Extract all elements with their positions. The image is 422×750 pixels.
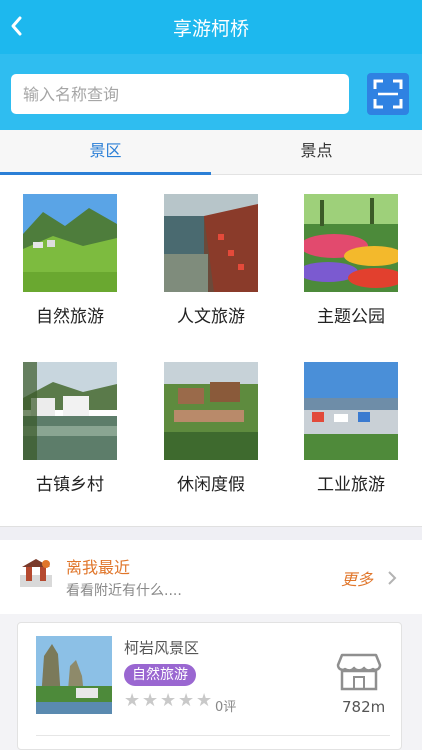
category-theme-park[interactable]: 主题公园 xyxy=(291,176,411,336)
review-count: 0评 xyxy=(215,700,237,715)
section-divider xyxy=(0,526,422,540)
star-icon: ★ xyxy=(160,690,177,711)
category-grid: 自然旅游 人文旅游 主题公园 古镇乡村 休闲度假 工业旅游 xyxy=(0,176,422,526)
active-tab-indicator xyxy=(0,172,211,175)
result-card[interactable]: 柯岩风景区 自然旅游 ★ ★ ★ ★ ★ 0评 782m xyxy=(17,622,402,750)
shop-icon xyxy=(336,651,382,691)
category-nature[interactable]: 自然旅游 xyxy=(10,176,130,336)
category-culture-label: 人文旅游 xyxy=(177,307,245,327)
nearby-section[interactable]: 离我最近 看看附近有什么.... 更多 xyxy=(0,540,422,614)
nearby-subtitle: 看看附近有什么.... xyxy=(66,583,182,599)
scan-button[interactable] xyxy=(367,73,409,115)
tab-bar: 景区 景点 xyxy=(0,130,422,175)
more-link[interactable]: 更多 xyxy=(341,566,373,590)
nearby-map-icon xyxy=(18,555,54,591)
nearby-title: 离我最近 xyxy=(66,558,131,577)
star-icon: ★ xyxy=(178,690,195,711)
category-nature-label: 自然旅游 xyxy=(36,307,104,327)
card-separator xyxy=(36,735,390,736)
category-theme-park-image xyxy=(304,194,398,292)
distance-label: 782m xyxy=(342,698,386,716)
star-icon: ★ xyxy=(196,690,213,711)
category-theme-park-label: 主题公园 xyxy=(317,307,385,327)
scan-icon xyxy=(373,79,403,109)
result-name: 柯岩风景区 xyxy=(124,639,200,657)
search-bar xyxy=(0,54,422,130)
category-leisure[interactable]: 休闲度假 xyxy=(151,344,271,504)
category-industrial-image xyxy=(304,362,398,460)
star-icon: ★ xyxy=(124,690,141,711)
category-industrial[interactable]: 工业旅游 xyxy=(291,344,411,504)
category-ancient-town[interactable]: 古镇乡村 xyxy=(10,344,130,504)
tab-scenic-area[interactable]: 景区 xyxy=(0,130,211,175)
tab-scenic-spot[interactable]: 景点 xyxy=(211,130,422,175)
page-title: 享游柯桥 xyxy=(172,18,249,40)
star-icon: ★ xyxy=(142,690,159,711)
category-ancient-town-image xyxy=(23,362,117,460)
category-culture[interactable]: 人文旅游 xyxy=(151,176,271,336)
category-nature-image xyxy=(23,194,117,292)
chevron-right-icon xyxy=(388,571,397,585)
search-input[interactable] xyxy=(11,74,349,114)
category-tag: 自然旅游 xyxy=(124,664,196,686)
category-leisure-label: 休闲度假 xyxy=(177,475,245,495)
app-header: 享游柯桥 xyxy=(0,0,422,54)
result-image xyxy=(36,636,112,714)
category-industrial-label: 工业旅游 xyxy=(317,475,385,495)
category-ancient-town-label: 古镇乡村 xyxy=(36,475,104,495)
category-leisure-image xyxy=(164,362,258,460)
category-culture-image xyxy=(164,194,258,292)
